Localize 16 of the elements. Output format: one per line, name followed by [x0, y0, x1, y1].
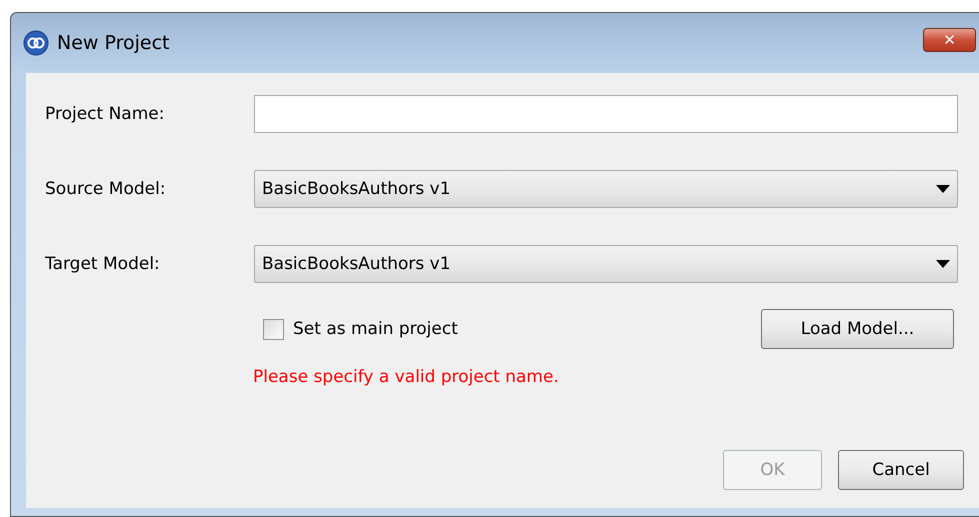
window-title: New Project: [57, 32, 170, 54]
checkbox[interactable]: [263, 318, 284, 340]
model-dropdown[interactable]: BasicBooksAuthors v1: [254, 245, 958, 283]
project-name-field[interactable]: [254, 95, 958, 133]
close-button[interactable]: ✕: [923, 28, 976, 52]
model-dropdown[interactable]: BasicBooksAuthors v1: [254, 170, 958, 208]
dropdown-arrow-icon: [936, 185, 950, 193]
field-label: Source Model:: [45, 179, 167, 199]
dropdown-arrow-icon: [936, 260, 950, 268]
load-model-button[interactable]: Load Model...: [761, 309, 954, 349]
field-label: Target Model:: [45, 254, 161, 274]
checkbox-label[interactable]: Set as main project: [293, 319, 458, 339]
app-logo-icon: [23, 30, 49, 56]
field-label: Project Name:: [45, 104, 166, 124]
error-message: Please specify a valid project name.: [253, 367, 560, 387]
cancel-button[interactable]: Cancel: [838, 450, 964, 490]
